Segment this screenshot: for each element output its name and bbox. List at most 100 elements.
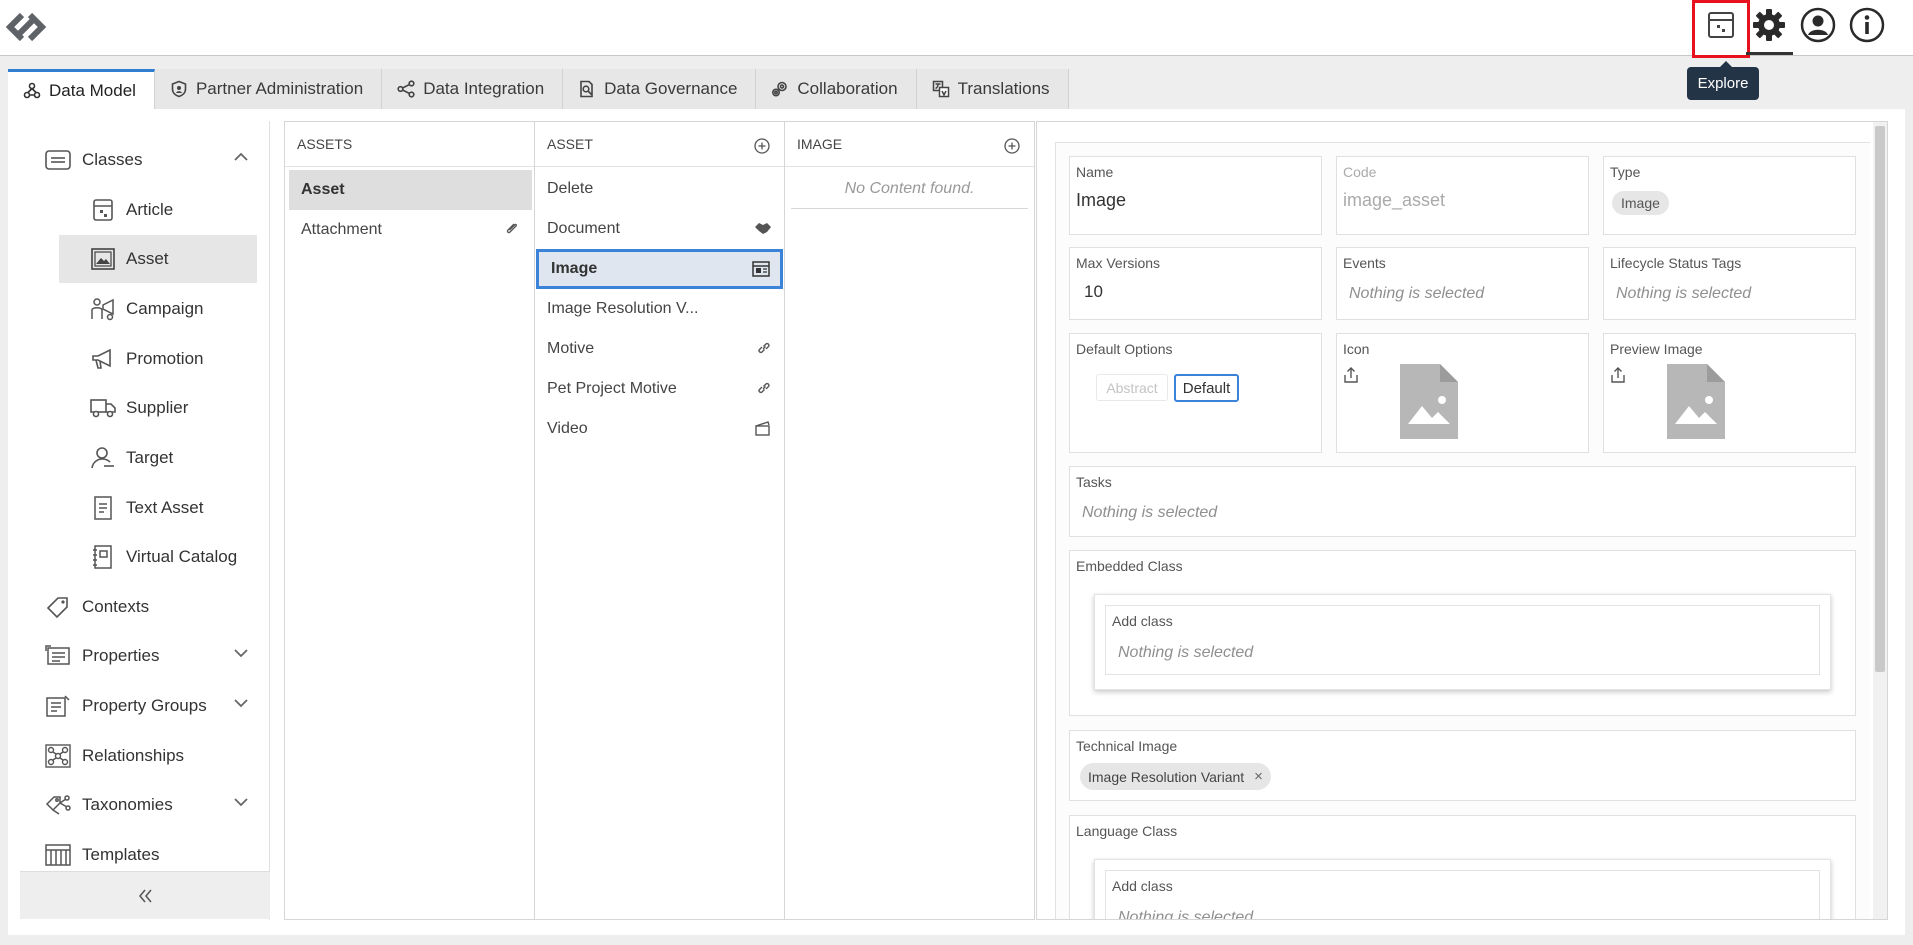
collaboration-icon xyxy=(771,80,789,98)
language-class-field: Language Class Add class Nothing is sele… xyxy=(1069,815,1856,919)
asset-column-header: ASSET xyxy=(535,122,784,167)
upload-icon[interactable] xyxy=(1343,366,1359,384)
list-item-attachment[interactable]: Attachment xyxy=(289,210,532,250)
field-label: Max Versions xyxy=(1076,255,1161,271)
tab-data-governance[interactable]: Data Governance xyxy=(563,69,757,109)
technical-image-chip[interactable]: Image Resolution Variant × xyxy=(1080,763,1271,790)
add-circle-icon[interactable] xyxy=(1004,138,1020,154)
user-profile-icon[interactable] xyxy=(1797,4,1839,46)
chevron-down-icon[interactable] xyxy=(234,698,248,708)
sidebar-item-article[interactable]: Article xyxy=(59,186,257,234)
list-item-delete[interactable]: Delete xyxy=(535,169,784,209)
integration-icon xyxy=(397,80,415,98)
sidebar-item-relationships[interactable]: Relationships xyxy=(44,732,269,780)
add-class-field[interactable]: Add class Nothing is selected xyxy=(1105,605,1820,675)
app-logo-icon[interactable] xyxy=(4,7,48,47)
list-item-image[interactable]: Image xyxy=(536,249,783,289)
tab-data-model[interactable]: Data Model xyxy=(8,69,155,109)
sidebar-item-promotion[interactable]: Promotion xyxy=(59,335,257,383)
list-item-image-resolution-variant[interactable]: Image Resolution V... xyxy=(535,289,784,329)
sidebar-label: Taxonomies xyxy=(82,795,173,814)
lifecycle-status-tags-field[interactable]: Lifecycle Status Tags Nothing is selecte… xyxy=(1603,247,1856,320)
default-button[interactable]: Default xyxy=(1174,374,1239,402)
name-field[interactable]: Name Image xyxy=(1069,156,1322,235)
scrollbar-thumb[interactable] xyxy=(1875,126,1885,672)
lifecycle-placeholder: Nothing is selected xyxy=(1616,285,1752,302)
relationships-icon xyxy=(44,742,72,770)
list-item-video[interactable]: Video xyxy=(535,409,784,449)
asset-column: ASSET Delete Document Image Image Resolu… xyxy=(534,121,785,920)
explore-tooltip: Explore xyxy=(1687,61,1759,100)
sidebar-label: Article xyxy=(126,200,174,219)
abstract-button[interactable]: Abstract xyxy=(1096,374,1168,401)
list-item-asset[interactable]: Asset xyxy=(289,170,532,210)
sidebar-item-taxonomies[interactable]: Taxonomies xyxy=(44,781,269,829)
tasks-field[interactable]: Tasks Nothing is selected xyxy=(1069,466,1856,537)
field-label: Tasks xyxy=(1076,474,1112,490)
sidebar-item-target[interactable]: Target xyxy=(59,434,257,482)
field-label: Lifecycle Status Tags xyxy=(1610,255,1742,271)
max-versions-field[interactable]: Max Versions 10 xyxy=(1069,247,1322,320)
field-label: Code xyxy=(1343,164,1377,180)
remove-chip-icon[interactable]: × xyxy=(1254,768,1263,785)
icon-field: Icon xyxy=(1336,333,1589,453)
field-value[interactable]: Image xyxy=(1076,190,1126,211)
events-field[interactable]: Events Nothing is selected xyxy=(1336,247,1589,320)
list-item-pet-project-motive[interactable]: Pet Project Motive xyxy=(535,369,784,409)
tab-translations[interactable]: Translations xyxy=(916,69,1069,109)
upload-icon[interactable] xyxy=(1610,366,1626,384)
tab-collaboration[interactable]: Collaboration xyxy=(756,69,917,109)
video-clapper-icon xyxy=(754,420,772,436)
column-header-label: IMAGE xyxy=(797,136,843,152)
sidebar-item-asset[interactable]: Asset xyxy=(59,235,257,283)
sidebar-nav: Classes Article Asset Campaign Promotion… xyxy=(20,121,270,920)
detail-scrollbar[interactable] xyxy=(1873,122,1887,919)
add-circle-icon[interactable] xyxy=(754,138,770,154)
chevron-down-icon[interactable] xyxy=(234,797,248,807)
image-class-icon xyxy=(752,261,770,277)
tasks-placeholder: Nothing is selected xyxy=(1082,504,1218,521)
info-icon[interactable] xyxy=(1846,4,1888,46)
sidebar-item-contexts[interactable]: Contexts xyxy=(44,583,269,631)
megaphone-icon xyxy=(89,345,117,373)
sidebar-item-virtual-catalog[interactable]: Virtual Catalog xyxy=(59,533,257,581)
sidebar-label: Supplier xyxy=(126,398,189,417)
sidebar-item-text-asset[interactable]: Text Asset xyxy=(59,484,257,532)
tab-data-integration[interactable]: Data Integration xyxy=(382,69,564,109)
add-class-placeholder: Nothing is selected xyxy=(1118,644,1254,661)
tab-label: Data Governance xyxy=(604,79,738,98)
sidebar-item-properties[interactable]: Properties xyxy=(44,632,269,680)
chip-label: Image Resolution Variant xyxy=(1088,768,1245,785)
assets-column: ASSETS Asset Attachment xyxy=(284,121,535,920)
property-groups-icon xyxy=(44,692,72,720)
field-label: Preview Image xyxy=(1610,341,1703,357)
field-value[interactable]: 10 xyxy=(1084,282,1103,302)
double-chevron-left-icon xyxy=(137,888,153,904)
list-item-motive[interactable]: Motive xyxy=(535,329,784,369)
tab-partner-administration[interactable]: Partner Administration xyxy=(154,69,383,109)
technical-image-field[interactable]: Technical Image Image Resolution Variant… xyxy=(1069,730,1856,801)
campaign-icon xyxy=(89,295,117,323)
paperclip-icon xyxy=(504,221,520,237)
add-class-field[interactable]: Add class Nothing is selected xyxy=(1105,870,1820,919)
chevron-down-icon[interactable] xyxy=(234,648,248,658)
field-label: Add class xyxy=(1112,613,1173,629)
field-value: image_asset xyxy=(1343,190,1446,210)
image-asset-icon xyxy=(89,245,117,273)
explore-icon[interactable] xyxy=(1700,4,1742,46)
list-item-document[interactable]: Document xyxy=(535,209,784,249)
collapse-sidebar-button[interactable] xyxy=(20,871,270,919)
sidebar-item-campaign[interactable]: Campaign xyxy=(59,285,257,333)
type-field: Type Image xyxy=(1603,156,1856,235)
chevron-up-icon[interactable] xyxy=(234,152,248,162)
image-column-header: IMAGE xyxy=(785,122,1034,167)
code-field: Code image_asset xyxy=(1336,156,1589,235)
sidebar-item-supplier[interactable]: Supplier xyxy=(59,384,257,432)
sidebar-label: Campaign xyxy=(126,299,204,318)
sidebar-label: Properties xyxy=(82,646,160,665)
sidebar-label: Contexts xyxy=(82,597,150,616)
sidebar-item-property-groups[interactable]: Property Groups xyxy=(44,682,269,730)
sidebar-label: Relationships xyxy=(82,746,185,765)
settings-gear-icon[interactable] xyxy=(1748,4,1790,46)
sidebar-item-classes[interactable]: Classes xyxy=(44,136,269,184)
